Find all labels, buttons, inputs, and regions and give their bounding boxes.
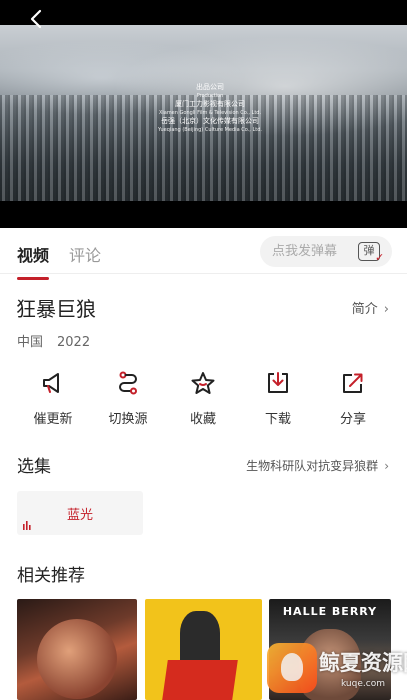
action-label: 收藏: [189, 412, 216, 427]
request-update-button[interactable]: 催更新: [18, 370, 88, 427]
chevron-right-icon: ›: [384, 459, 389, 473]
action-label: 分享: [339, 412, 366, 427]
danmu-input[interactable]: 点我发弹幕: [260, 236, 350, 267]
credit-line: 岳强（北京）文化传媒有限公司: [161, 117, 259, 125]
episode-label: 蓝光: [66, 508, 93, 523]
share-button[interactable]: 分享: [318, 370, 388, 427]
credit-line: 厦门工力影视有限公司: [175, 100, 245, 108]
watermark-url: kuqe.com: [341, 679, 385, 689]
check-icon: ✓: [375, 251, 385, 264]
back-button[interactable]: [26, 8, 48, 30]
movie-year: 2022: [57, 335, 91, 350]
credit-line: 出品公司: [196, 83, 224, 91]
chevron-left-icon: [30, 9, 42, 29]
episodes-heading: 选集: [17, 457, 51, 477]
poster-title: HALLE BERRY: [282, 605, 378, 618]
video-player[interactable]: 出品公司 Production 厦门工力影视有限公司 Xiamen Gongli…: [0, 0, 407, 228]
chevron-right-icon: ›: [383, 302, 389, 317]
movie-region: 中国: [17, 335, 44, 350]
switch-source-icon: [119, 371, 137, 395]
recommended-heading: 相关推荐: [17, 566, 85, 586]
credit-line: Production: [196, 93, 224, 99]
series-link[interactable]: 生物科研队对抗变异狼群 ›: [246, 457, 389, 474]
movie-meta: 中国 2022: [17, 331, 90, 350]
action-label: 下载: [264, 412, 291, 427]
action-label: 催更新: [33, 412, 73, 427]
action-label: 切换源: [108, 412, 148, 427]
danmu-toggle-button[interactable]: 弹 ✓: [350, 236, 392, 267]
video-frame[interactable]: 出品公司 Production 厦门工力影视有限公司 Xiamen Gongli…: [0, 25, 407, 201]
video-credits: 出品公司 Production 厦门工力影视有限公司 Xiamen Gongli…: [150, 83, 270, 134]
intro-label: 简介: [351, 302, 378, 317]
watermark: 鲸夏资源网 kuqe.com: [223, 643, 407, 698]
intro-link[interactable]: 简介 ›: [352, 298, 389, 317]
episode-item[interactable]: 蓝光: [17, 491, 143, 535]
download-button[interactable]: 下载: [243, 370, 313, 427]
credit-line: Xiamen Gongli Film & Television Co., Ltd…: [158, 110, 262, 116]
download-icon: [268, 372, 288, 393]
recommended-poster[interactable]: [17, 599, 137, 700]
credit-line: Yueqiang (Beijing) Culture Media Co., Lt…: [158, 127, 262, 133]
tab-video[interactable]: 视频: [17, 242, 50, 280]
share-icon: [343, 373, 363, 393]
megaphone-icon: [43, 373, 59, 393]
movie-title: 狂暴巨狼: [16, 297, 96, 321]
series-link-label: 生物科研队对抗变异狼群: [246, 459, 379, 473]
watermark-text: 鲸夏资源网: [319, 651, 407, 675]
favorite-button[interactable]: 收藏: [168, 370, 238, 427]
switch-source-button[interactable]: 切换源: [93, 370, 163, 427]
playing-bars-icon: [23, 521, 31, 530]
tab-comments[interactable]: 评论: [69, 242, 101, 266]
star-icon: [191, 372, 215, 394]
poster-figure: [180, 611, 220, 666]
action-bar: 催更新 切换源 收藏 下载 分享: [0, 370, 407, 430]
watermark-logo-icon: [267, 643, 317, 693]
